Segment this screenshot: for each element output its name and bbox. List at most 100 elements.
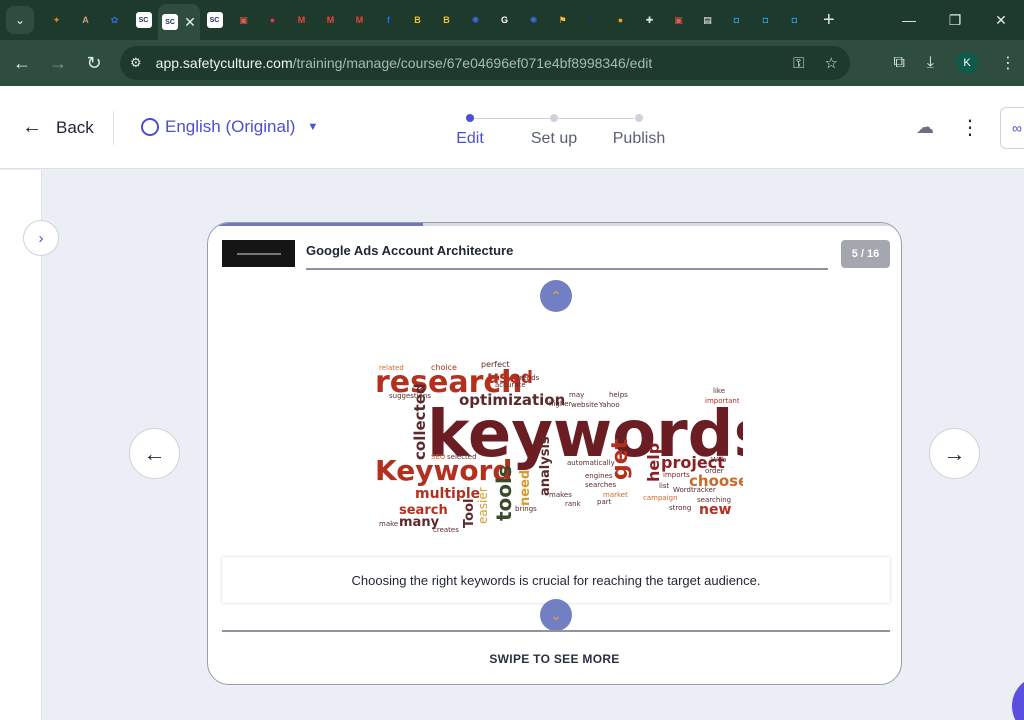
- step-dot-publish: [635, 114, 643, 122]
- browser-tab[interactable]: M: [345, 4, 374, 36]
- browser-tab-bar: ⌄ ✦ A ✿ SC SC ✕ SC ▣ ● M M Mf B B ✺ G ✺ ⚑ \ ● ✚ ▣ ▤ ◘ ◘ ◘ + — ❐ ✕: [0, 0, 1024, 40]
- word-cloud-word: imports: [663, 471, 690, 479]
- browser-tab[interactable]: M: [316, 4, 345, 36]
- language-selector[interactable]: English (Original) ▼: [141, 117, 318, 137]
- browser-forward-button[interactable]: →: [40, 53, 76, 74]
- expand-sidebar-button[interactable]: ›: [23, 220, 59, 256]
- slide-counter: 5 / 16: [841, 240, 890, 268]
- word-cloud-word: automatically: [567, 459, 615, 467]
- step-dot-edit: [466, 114, 474, 122]
- browser-tab[interactable]: ▣: [229, 4, 258, 36]
- browser-tab[interactable]: SC: [129, 4, 158, 36]
- browser-tab[interactable]: ◘: [751, 4, 780, 36]
- browser-tab[interactable]: B: [403, 4, 432, 36]
- close-window-button[interactable]: ✕: [978, 0, 1024, 40]
- browser-tab[interactable]: SC: [200, 4, 229, 36]
- square-icon: ◘: [762, 15, 769, 25]
- v-icon: \: [590, 15, 593, 25]
- maximize-button[interactable]: ❐: [932, 0, 978, 40]
- back-label: Back: [56, 117, 94, 137]
- step-setup[interactable]: Set up: [531, 130, 577, 148]
- browser-tab[interactable]: ▤: [693, 4, 722, 36]
- safetyculture-icon: SC: [162, 14, 179, 30]
- address-bar[interactable]: ⚙ app.safetyculture.com/training/manage/…: [120, 46, 850, 80]
- publish-stepper: Edit Set up Publish: [440, 112, 690, 152]
- word-cloud-word: help: [644, 443, 663, 482]
- bookmark-star-icon[interactable]: ☆: [825, 54, 838, 72]
- browser-tab[interactable]: ✺: [461, 4, 490, 36]
- square-icon: ◘: [791, 15, 798, 25]
- browser-tab[interactable]: ●: [606, 4, 635, 36]
- b-icon: B: [414, 15, 421, 25]
- word-cloud-word: new: [699, 502, 731, 518]
- word-cloud-word: website: [571, 401, 598, 409]
- help-chat-button[interactable]: [1012, 676, 1024, 720]
- browser-tab[interactable]: ✚: [635, 4, 664, 36]
- word-cloud-word: Tool: [462, 499, 477, 528]
- browser-tab[interactable]: SC ✕: [158, 4, 200, 40]
- close-tab-icon[interactable]: ✕: [184, 14, 196, 31]
- browser-tab[interactable]: ⚑: [548, 4, 577, 36]
- tab-search-button[interactable]: ⌄: [6, 6, 34, 34]
- browser-tab[interactable]: ▣: [664, 4, 693, 36]
- browser-back-button[interactable]: ←: [4, 53, 40, 74]
- slide-caption: Choosing the right keywords is crucial f…: [222, 557, 890, 603]
- swipe-hint: SWIPE TO SEE MORE: [489, 652, 620, 666]
- word-cloud-word: makes: [549, 491, 572, 499]
- anthropic-icon: A: [82, 15, 89, 25]
- word-cloud-word: Wordtracker: [673, 486, 716, 494]
- back-button[interactable]: ← Back: [22, 116, 94, 139]
- browser-menu-icon[interactable]: ⋮: [1000, 53, 1016, 73]
- profile-avatar[interactable]: K: [956, 52, 978, 74]
- course-logo-thumbnail: [222, 240, 295, 267]
- chevron-right-icon: ›: [38, 229, 44, 247]
- browser-tab[interactable]: ✦: [42, 4, 71, 36]
- word-cloud-word: list: [659, 482, 670, 490]
- browser-tab[interactable]: G: [490, 4, 519, 36]
- minimize-button[interactable]: —: [886, 0, 932, 40]
- more-options-icon[interactable]: ⋮: [960, 115, 980, 140]
- word-cloud-word: need: [518, 470, 533, 506]
- site-info-icon[interactable]: ⚙: [130, 55, 142, 71]
- browser-tab[interactable]: M: [287, 4, 316, 36]
- word-cloud-word: rank: [565, 500, 582, 508]
- next-slide-button[interactable]: →: [929, 428, 980, 479]
- browser-tab[interactable]: ◘: [722, 4, 751, 36]
- step-dot-setup: [550, 114, 558, 122]
- step-edit[interactable]: Edit: [456, 130, 484, 148]
- scroll-up-button[interactable]: ⌃: [540, 280, 572, 312]
- step-publish[interactable]: Publish: [613, 130, 665, 148]
- orange-icon: ●: [617, 15, 624, 25]
- browser-tab[interactable]: f: [374, 4, 403, 36]
- header-divider: [113, 111, 114, 145]
- new-tab-button[interactable]: +: [823, 9, 835, 32]
- browser-tab[interactable]: \: [577, 4, 606, 36]
- scroll-down-button[interactable]: ⌄: [540, 599, 572, 631]
- extensions-icon[interactable]: ⧉: [893, 54, 904, 72]
- slide-preview-card: Google Ads Account Architecture 5 / 16 ⌃…: [207, 222, 902, 685]
- share-link-button[interactable]: ∞: [1000, 106, 1024, 149]
- word-cloud-word: may: [569, 391, 584, 399]
- reload-button[interactable]: ↻: [76, 53, 112, 74]
- step-connector: [474, 118, 550, 119]
- gmail-icon: M: [297, 15, 306, 25]
- word-cloud-word: Web: [711, 456, 727, 464]
- browser-tab[interactable]: ✺: [519, 4, 548, 36]
- puzzle-icon: ✚: [645, 14, 654, 25]
- word-cloud-word: order: [705, 467, 724, 475]
- browser-tab[interactable]: ✿: [100, 4, 129, 36]
- globe-icon: [141, 118, 159, 136]
- chevron-up-icon: ⌃: [550, 287, 562, 304]
- tab-strip: ✦ A ✿ SC SC ✕ SC ▣ ● M M Mf B B ✺ G ✺ ⚑ \ ● ✚ ▣ ▤ ◘ ◘ ◘: [42, 0, 809, 40]
- password-key-icon[interactable]: ⚿: [793, 55, 804, 72]
- browser-tab[interactable]: A: [71, 4, 100, 36]
- download-icon[interactable]: ⤓: [927, 54, 934, 72]
- word-cloud-word: Yahoo: [598, 401, 620, 409]
- browser-tab[interactable]: ●: [258, 4, 287, 36]
- browser-tab[interactable]: B: [432, 4, 461, 36]
- butterfly-icon: ✿: [110, 14, 119, 25]
- previous-slide-button[interactable]: ←: [129, 428, 180, 479]
- arrow-right-icon: →: [943, 440, 966, 466]
- arrow-left-icon: ←: [143, 440, 166, 466]
- browser-tab[interactable]: ◘: [780, 4, 809, 36]
